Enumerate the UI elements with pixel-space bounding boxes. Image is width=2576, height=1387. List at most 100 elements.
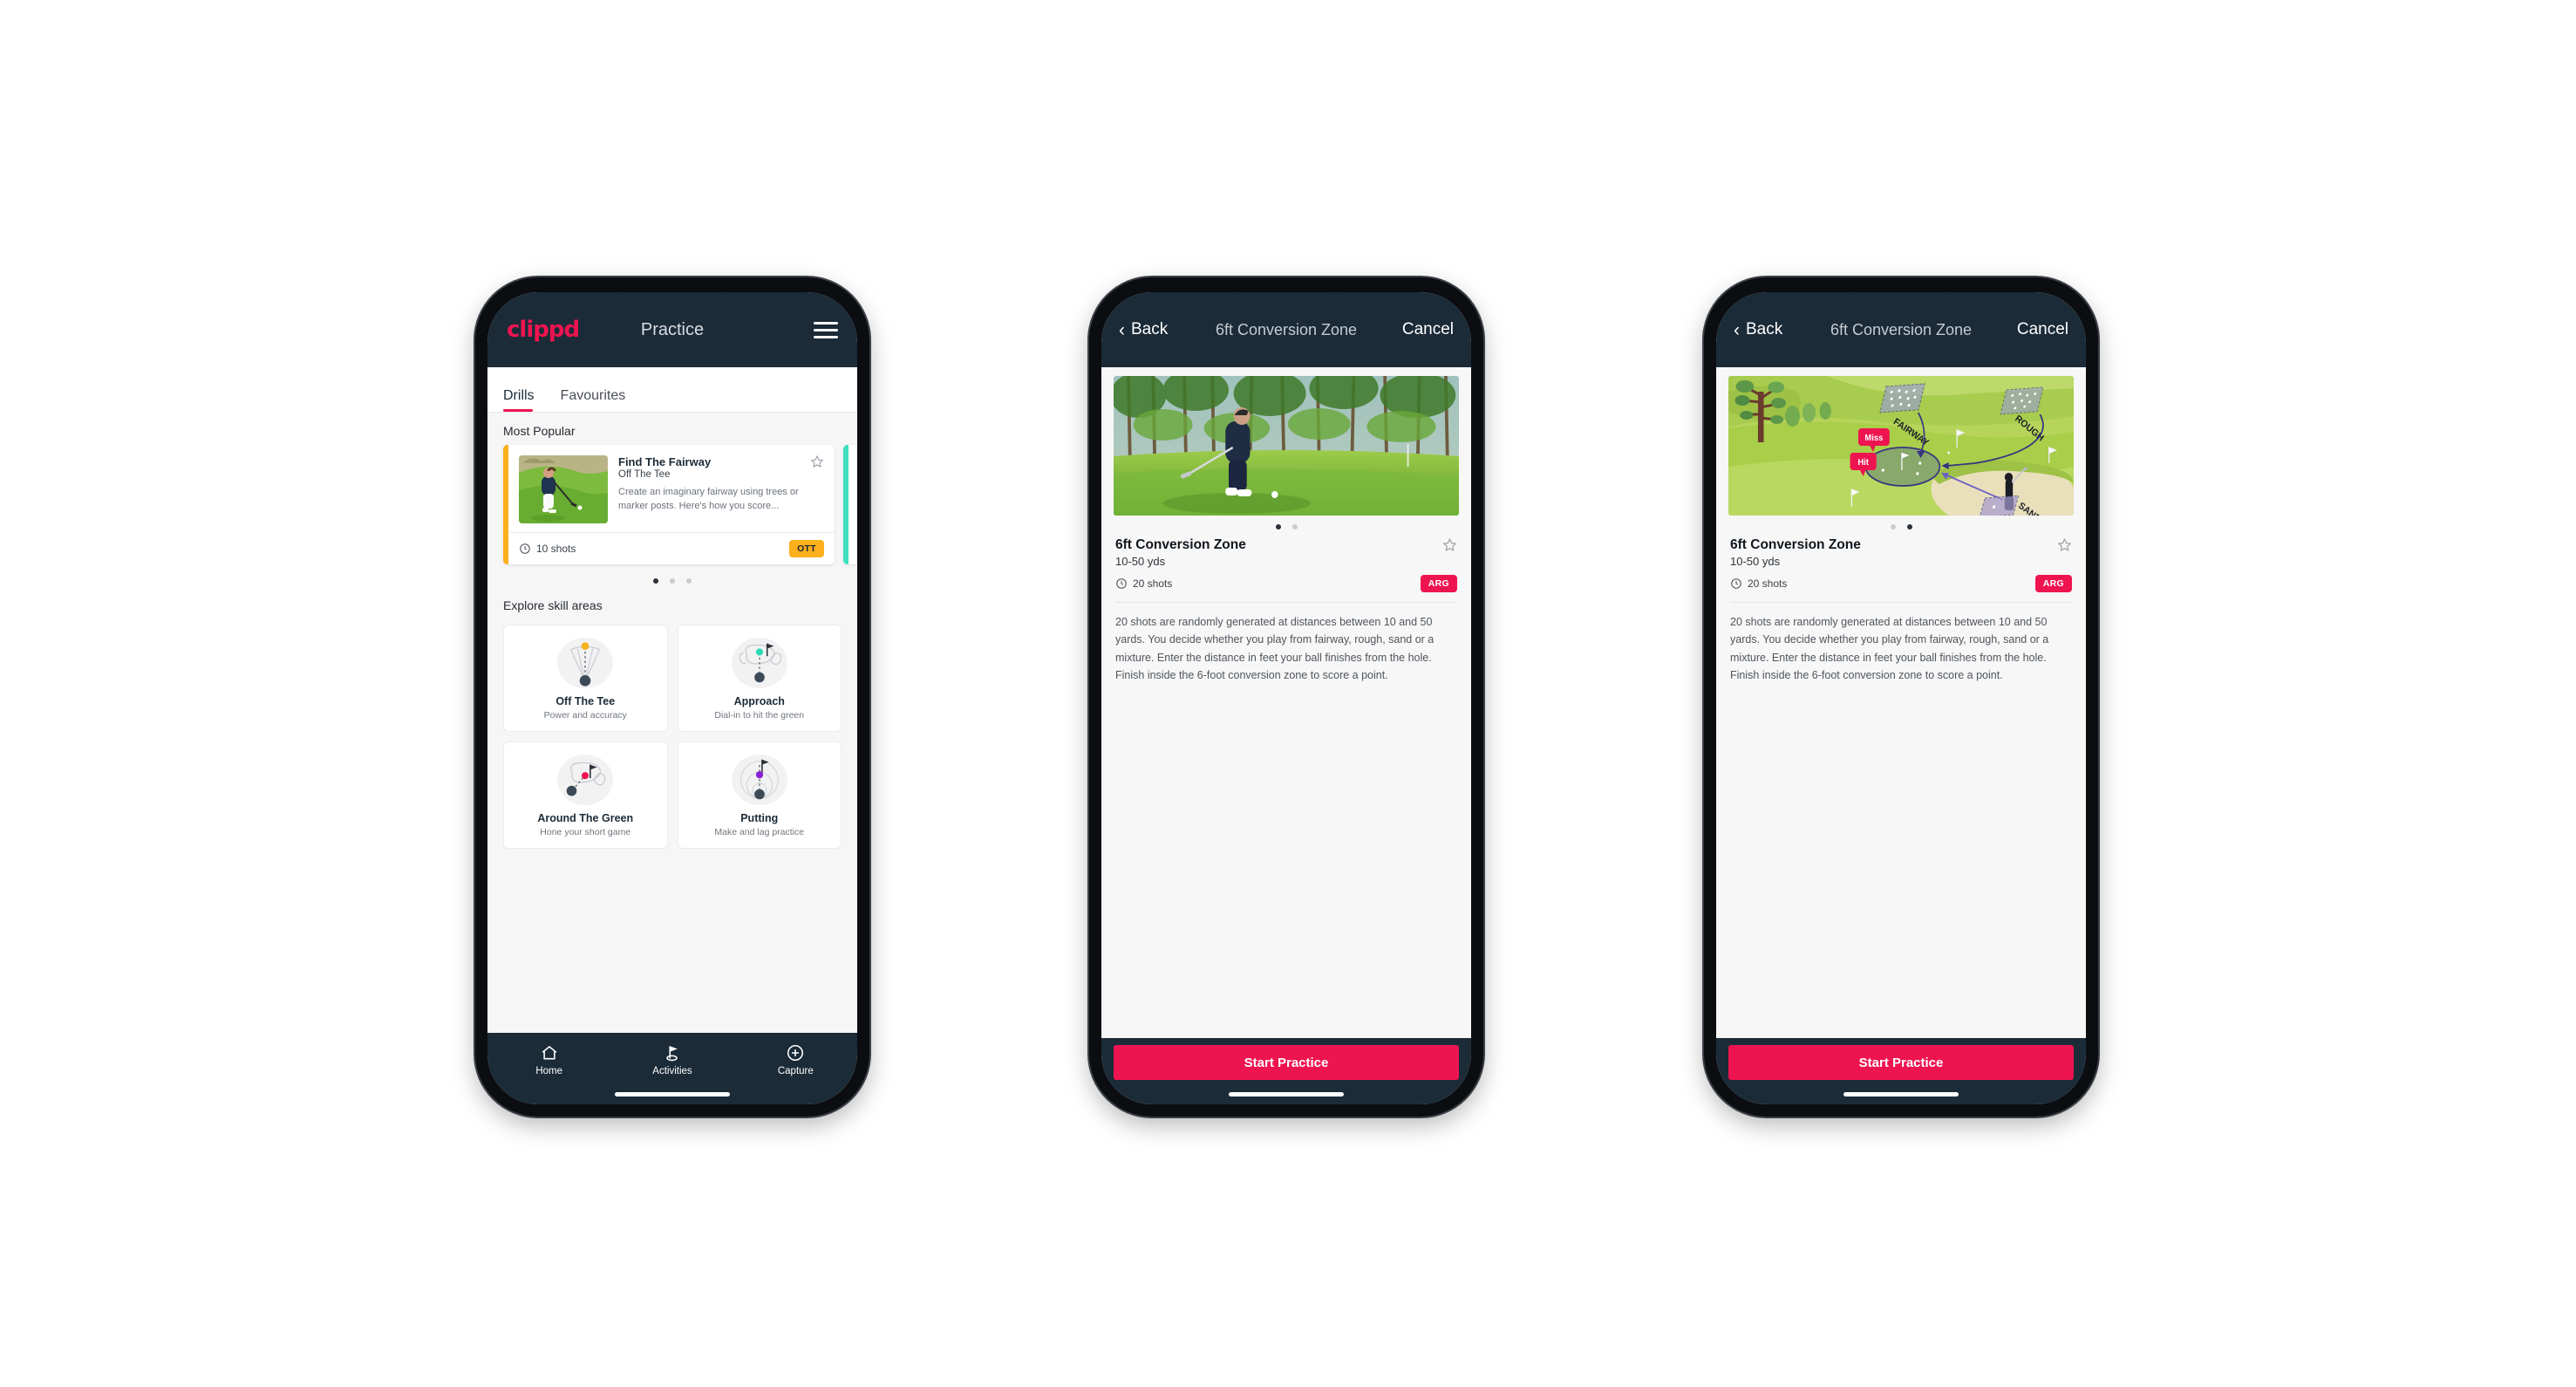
drill-detail-header: 6ft Conversion Zone 10-50 yds 20 shots A… (1728, 537, 2074, 592)
device-frame-drill-detail-photo: ‹ Back 6ft Conversion Zone Cancel 6ft Co… (1089, 277, 1483, 1117)
skill-card-desc: Dial-in to hit the green (714, 710, 805, 721)
drill-description: Create an imaginary fairway using trees … (618, 487, 799, 511)
tabbar-label: Capture (777, 1066, 814, 1076)
sand-marker (1979, 495, 2020, 516)
drill-carousel[interactable]: Find The Fairway Off The Tee Create an i… (487, 445, 857, 564)
home-indicator (1229, 1092, 1344, 1097)
cta-footer: Start Practice (1101, 1038, 1471, 1104)
drill-detail-header: 6ft Conversion Zone 10-50 yds 20 shots A… (1114, 537, 1459, 592)
drill-detail-title: 6ft Conversion Zone (1730, 537, 1861, 552)
skill-card-approach[interactable]: Approach Dial-in to hit the green (677, 625, 842, 732)
chevron-left-icon: ‹ (1119, 319, 1125, 340)
skill-card-desc: Hone your short game (540, 827, 631, 837)
carousel-dot-3[interactable] (686, 578, 692, 584)
tabbar-item-capture[interactable]: Capture (734, 1043, 857, 1076)
tabbar-item-activities[interactable]: Activities (610, 1043, 733, 1076)
hero-dot-1[interactable] (1890, 524, 1896, 530)
carousel-dots (487, 564, 857, 587)
skill-card-off-the-tee[interactable]: Off The Tee Power and accuracy (503, 625, 668, 732)
tab-drills[interactable]: Drills (503, 388, 545, 412)
clippd-logo: clippd (507, 317, 580, 343)
detail-nav-bar: ‹ Back 6ft Conversion Zone Cancel (1101, 292, 1471, 367)
detail-nav-bar: ‹ Back 6ft Conversion Zone Cancel (1716, 292, 2086, 367)
star-outline-icon[interactable] (1442, 537, 1457, 552)
tab-favourites[interactable]: Favourites (561, 388, 637, 412)
home-icon (540, 1043, 559, 1062)
tab-strip: Drills Favourites (487, 367, 857, 413)
tabbar-item-home[interactable]: Home (487, 1043, 610, 1076)
screen-drill-detail-photo: ‹ Back 6ft Conversion Zone Cancel 6ft Co… (1101, 292, 1471, 1104)
drill-detail-shots-label: 20 shots (1748, 577, 1788, 590)
start-practice-button[interactable]: Start Practice (1114, 1045, 1459, 1080)
hero-dot-1[interactable] (1275, 524, 1281, 530)
drill-card-meta: Find The Fairway Off The Tee Create an i… (618, 455, 824, 523)
drill-thumbnail (519, 455, 608, 523)
star-outline-icon[interactable] (2057, 537, 2072, 552)
carousel-dot-1[interactable] (653, 578, 658, 584)
plus-circle-icon (786, 1043, 805, 1062)
app-header: clippd Practice (487, 292, 857, 367)
chevron-left-icon: ‹ (1734, 319, 1740, 340)
drill-detail-description: 20 shots are randomly generated at dista… (1730, 616, 2049, 681)
detail-content: FAIRWAY ROUGH SAND Miss Hit 6ft Conversi… (1716, 367, 2086, 1038)
device-frame-drill-detail-diagram: ‹ Back 6ft Conversion Zone Cancel FAIRWA… (1704, 277, 2098, 1117)
clock-icon (1730, 577, 1742, 590)
back-label: Back (1746, 320, 1783, 338)
approach-green-icon (685, 636, 835, 690)
detail-content: 6ft Conversion Zone 10-50 yds 20 shots A… (1101, 367, 1471, 1038)
svg-text:Hit: Hit (1857, 458, 1869, 468)
drill-shots: 10 shots (519, 543, 576, 555)
star-outline-icon[interactable] (810, 454, 824, 468)
drill-detail-meta-row: 20 shots ARG (1115, 575, 1457, 592)
skill-card-title: Around The Green (537, 812, 634, 824)
putting-rings-icon (685, 753, 835, 807)
skill-card-putting[interactable]: Putting Make and lag practice (677, 741, 842, 849)
drill-hero-photo[interactable] (1114, 376, 1459, 516)
drill-detail-description: 20 shots are randomly generated at dista… (1115, 616, 1435, 681)
hamburger-menu-icon[interactable] (814, 321, 838, 338)
skill-badge-arg: ARG (1420, 575, 1457, 592)
skill-card-around-the-green[interactable]: Around The Green Hone your short game (503, 741, 668, 849)
drill-card-top: Find The Fairway Off The Tee Create an i… (508, 445, 835, 532)
cta-footer: Start Practice (1716, 1038, 2086, 1104)
device-frame-practice: clippd Practice Drills Favourites Most P… (475, 277, 869, 1117)
back-label: Back (1131, 320, 1169, 338)
hero-dot-2[interactable] (1906, 524, 1912, 530)
drill-detail-shots: 20 shots (1115, 577, 1172, 590)
cancel-button[interactable]: Cancel (2017, 320, 2068, 339)
most-popular-heading: Most Popular (503, 424, 576, 438)
screen-practice: clippd Practice Drills Favourites Most P… (487, 292, 857, 1104)
drill-shots-label: 10 shots (536, 543, 576, 555)
skill-card-title: Off The Tee (555, 695, 616, 707)
clock-icon (1115, 577, 1128, 590)
tee-shot-cone-icon (511, 636, 660, 690)
drill-detail-yardage: 10-50 yds (1115, 555, 1166, 568)
back-button[interactable]: ‹ Back (1734, 320, 1782, 339)
drill-detail-title: 6ft Conversion Zone (1115, 537, 1246, 552)
drill-title: Find The Fairway (618, 455, 712, 468)
skill-badge-ott: OTT (789, 540, 824, 557)
skill-areas-heading: Explore skill areas (503, 598, 603, 612)
start-practice-button[interactable]: Start Practice (1728, 1045, 2074, 1080)
drill-hero-illustration[interactable]: FAIRWAY ROUGH SAND Miss Hit (1728, 376, 2074, 516)
skill-area-grid: Off The Tee Power and accuracy Approach … (487, 619, 857, 863)
drill-detail-shots: 20 shots (1730, 577, 1787, 590)
tabbar-label: Activities (652, 1066, 692, 1076)
screenshot-canvas: clippd Practice Drills Favourites Most P… (0, 0, 2576, 1387)
drill-card-footer: 10 shots OTT (508, 532, 835, 564)
skill-badge-arg: ARG (2034, 575, 2072, 592)
cancel-button[interactable]: Cancel (1402, 320, 1454, 339)
carousel-dot-2[interactable] (670, 578, 675, 584)
back-button[interactable]: ‹ Back (1119, 320, 1168, 339)
skill-card-title: Approach (733, 695, 785, 707)
hero-dot-2[interactable] (1291, 524, 1298, 530)
drill-card-next-peek[interactable] (843, 445, 857, 564)
home-indicator (1843, 1092, 1959, 1097)
tabbar-label: Home (535, 1066, 562, 1076)
practice-content: Most Popular Find The Fairway Off The Te… (487, 413, 857, 1033)
drill-card[interactable]: Find The Fairway Off The Tee Create an i… (503, 445, 835, 564)
drill-detail-yardage: 10-50 yds (1730, 555, 1781, 568)
chip-green-icon (511, 753, 660, 807)
skill-card-desc: Power and accuracy (543, 710, 627, 721)
hero-carousel-dots (1114, 516, 1459, 537)
